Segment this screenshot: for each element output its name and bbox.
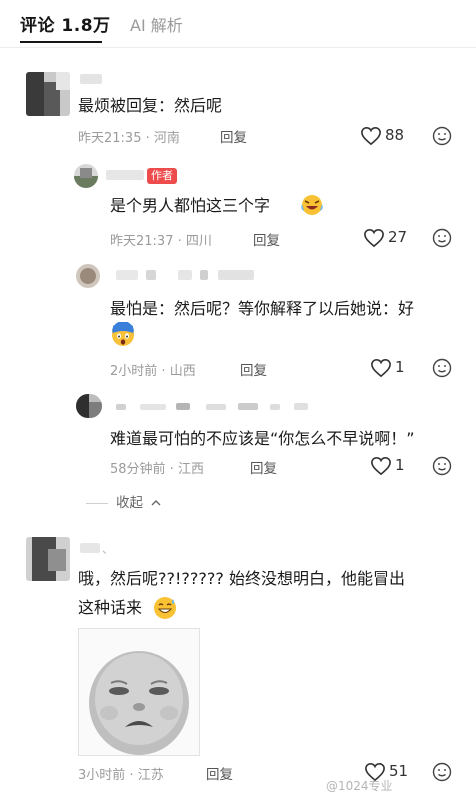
smile-face-icon[interactable] bbox=[432, 358, 452, 378]
laughing-crying-emoji bbox=[301, 195, 323, 215]
heart-outline-icon[interactable] bbox=[370, 358, 392, 378]
divider bbox=[86, 502, 108, 504]
grinning-sweat-emoji bbox=[154, 597, 176, 619]
username-blurred bbox=[206, 404, 226, 410]
username-blurred bbox=[294, 403, 308, 410]
comment-meta: 58分钟前 · 江西 bbox=[110, 462, 204, 477]
reply-button[interactable]: 回复 bbox=[206, 763, 233, 783]
comment-meta: 昨天21:37 · 四川 bbox=[110, 234, 212, 249]
collapse-replies-button[interactable]: 收起 bbox=[86, 491, 162, 511]
username-blurred bbox=[146, 270, 156, 280]
comment-text-line2: 这种话来 bbox=[78, 598, 143, 617]
like-count: 27 bbox=[388, 228, 408, 246]
smile-face-icon[interactable] bbox=[432, 762, 452, 782]
comment-meta: 2小时前 · 山西 bbox=[110, 364, 196, 379]
tab-comments[interactable]: 评论 1.8万 bbox=[20, 11, 111, 36]
username-blurred bbox=[178, 270, 192, 280]
username-blurred bbox=[200, 270, 208, 280]
smile-face-icon[interactable] bbox=[432, 456, 452, 476]
reply-button[interactable]: 回复 bbox=[250, 457, 277, 477]
username-blurred[interactable] bbox=[116, 270, 138, 280]
username-blurred bbox=[140, 404, 166, 410]
username-blurred bbox=[270, 404, 280, 410]
crying-baby-sticker[interactable] bbox=[78, 628, 200, 756]
smile-face-icon[interactable] bbox=[432, 228, 452, 248]
avatar[interactable] bbox=[26, 537, 70, 581]
collapse-label: 收起 bbox=[116, 495, 143, 511]
tab-active-indicator bbox=[20, 41, 102, 43]
heart-outline-icon[interactable] bbox=[370, 456, 392, 476]
comment-meta: 昨天21:35 · 河南 bbox=[78, 131, 180, 146]
like-count: 1 bbox=[395, 456, 405, 474]
username-blurred bbox=[238, 403, 258, 410]
comment-text: 是个男人都怕这三个字 bbox=[110, 196, 271, 215]
comment-text: 哦，然后呢??!????? 始终没想明白，他能冒出 bbox=[78, 569, 405, 588]
heart-outline-icon[interactable] bbox=[363, 228, 385, 248]
shocked-blue-emoji bbox=[112, 322, 134, 346]
comment-meta: 3小时前 · 江苏 bbox=[78, 768, 164, 783]
like-count: 1 bbox=[395, 358, 405, 376]
username-blurred bbox=[176, 403, 190, 410]
watermark: @1024专业 bbox=[326, 779, 393, 793]
avatar[interactable] bbox=[74, 164, 98, 188]
username-blurred[interactable] bbox=[80, 74, 102, 84]
comment-text: 难道最可怕的不应该是“你怎么不早说啊！” bbox=[110, 429, 415, 448]
comment-tabs: 评论 1.8万 AI 解析 bbox=[0, 0, 476, 48]
like-count: 88 bbox=[385, 126, 405, 144]
reply-button[interactable]: 回复 bbox=[240, 359, 267, 379]
username-blurred[interactable] bbox=[116, 404, 126, 410]
heart-outline-icon[interactable] bbox=[360, 126, 382, 146]
comment-text: 最怕是：然后呢？等你解释了以后她说：好 bbox=[110, 299, 415, 318]
username-blurred bbox=[218, 270, 254, 280]
comment-text: 最烦被回复：然后呢 bbox=[78, 96, 223, 115]
username-blurred[interactable] bbox=[80, 543, 100, 553]
avatar[interactable] bbox=[76, 264, 100, 288]
tab-ai-analysis[interactable]: AI 解析 bbox=[130, 12, 183, 36]
avatar[interactable] bbox=[76, 394, 102, 418]
chevron-up-icon bbox=[151, 500, 161, 506]
reply-button[interactable]: 回复 bbox=[253, 229, 280, 249]
username-comma: 、 bbox=[102, 542, 115, 556]
username-blurred[interactable] bbox=[106, 170, 144, 180]
reply-button[interactable]: 回复 bbox=[220, 126, 247, 146]
author-tag: 作者 bbox=[147, 168, 177, 184]
avatar[interactable] bbox=[26, 72, 70, 116]
smile-face-icon[interactable] bbox=[432, 126, 452, 146]
sticker-image bbox=[89, 651, 189, 755]
